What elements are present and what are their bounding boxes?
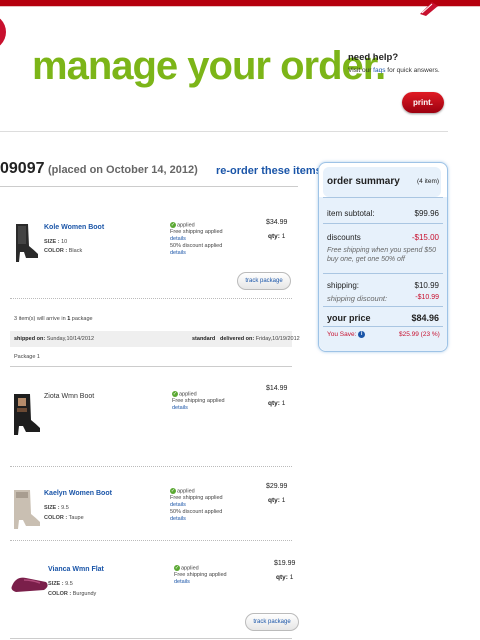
item-size: SIZE : 9.5 <box>44 505 69 511</box>
summary-divider <box>323 306 443 307</box>
order-summary-title: order summary <box>327 176 400 187</box>
shipped-on: shipped on: Sunday,10/14/2012 <box>14 336 95 342</box>
order-placed-date: (placed on October 14, 2012) <box>48 164 198 176</box>
item-color: COLOR : Black <box>44 248 83 254</box>
item-name-kole-boot[interactable]: Kole Women Boot <box>44 224 104 231</box>
info-icon[interactable]: i <box>358 331 366 338</box>
discounts-label: discounts <box>327 233 361 242</box>
order-summary-body <box>319 197 447 351</box>
package-label: Package 1 <box>14 354 40 360</box>
product-image-kole-boot[interactable] <box>8 220 44 264</box>
package-divider <box>10 366 292 367</box>
item-divider <box>10 540 292 541</box>
shipping-value: $10.99 <box>414 281 439 290</box>
check-icon: ✓ <box>170 488 176 494</box>
order-number: 09097 <box>0 160 45 177</box>
faqs-link[interactable]: faqs <box>373 67 385 74</box>
summary-divider <box>323 326 443 327</box>
product-image-vianca-flat[interactable] <box>10 568 50 594</box>
logo-edge <box>0 14 6 50</box>
item-price: $29.99 <box>266 483 288 490</box>
track-package-button[interactable]: track package <box>237 272 291 290</box>
product-image-ziota-boot[interactable] <box>8 392 44 436</box>
discount-note: Free shipping when you spend $50 buy one… <box>327 247 436 263</box>
discounts-value: -$15.00 <box>411 233 439 242</box>
check-icon: ✓ <box>170 222 176 228</box>
item-name-kaelyn-boot[interactable]: Kaelyn Women Boot <box>44 490 112 497</box>
you-save-label: You Save: i <box>327 331 366 338</box>
item-name-vianca-flat[interactable]: Vianca Wmn Flat <box>48 566 104 573</box>
your-price-value: $84.96 <box>411 313 439 323</box>
details-link[interactable]: details <box>170 516 186 522</box>
delivered-on: delivered on: Friday,10/19/2012 <box>220 336 300 342</box>
top-bar-divider <box>0 6 480 7</box>
help-text: Visit our faqs for quick answers. <box>348 67 440 74</box>
details-link[interactable]: details <box>172 405 188 411</box>
item-qty: qty: 1 <box>268 400 286 407</box>
details-link[interactable]: details <box>170 250 186 256</box>
shipping-discount-value: -$10.99 <box>415 294 439 301</box>
bottom-divider <box>10 638 292 639</box>
help-heading: need help? <box>348 52 399 63</box>
item-promos: ✓ applied Free shipping applied details 5… <box>170 488 223 523</box>
item-divider <box>10 466 292 467</box>
item-size: SIZE : 9.5 <box>48 581 73 587</box>
item-name-ziota-boot[interactable]: Ziota Wmn Boot <box>44 393 94 400</box>
shipping-label: shipping: <box>327 281 360 290</box>
arrival-info: 3 item(s) will arrive in 1 package <box>14 316 93 322</box>
item-qty: qty: 1 <box>268 497 286 504</box>
order-summary-panel: order summary (4 item) item subtotal: $9… <box>318 162 448 352</box>
item-qty: qty: 1 <box>276 574 294 581</box>
track-package-button[interactable]: track package <box>245 613 299 631</box>
page-title: manage your order. <box>32 44 386 88</box>
item-promos: ✓ applied Free shipping applied details <box>174 565 227 586</box>
details-link[interactable]: details <box>174 579 190 585</box>
order-item-count: (4 item) <box>417 178 440 185</box>
product-image-kaelyn-boot[interactable] <box>8 486 44 530</box>
item-color: COLOR : Burgundy <box>48 591 97 597</box>
your-price-label: your price <box>327 313 371 323</box>
item-price: $14.99 <box>266 385 288 392</box>
check-icon: ✓ <box>172 391 178 397</box>
item-color: COLOR : Taupe <box>44 515 84 521</box>
details-link[interactable]: details <box>170 236 186 242</box>
item-price: $19.99 <box>274 560 296 567</box>
item-divider <box>10 298 292 299</box>
details-link[interactable]: details <box>170 502 186 508</box>
order-header-divider <box>0 186 298 187</box>
item-size: SIZE : 10 <box>44 239 68 245</box>
you-save-value: $25.99 (23 %) <box>399 331 440 338</box>
subtotal-value: $99.96 <box>414 209 439 218</box>
summary-divider <box>323 223 443 224</box>
item-price: $34.99 <box>266 219 288 226</box>
header-divider <box>0 131 448 132</box>
shipping-method: standard <box>192 336 216 342</box>
summary-divider <box>323 197 443 198</box>
item-qty: qty: 1 <box>268 233 286 240</box>
item-promos: ✓ applied Free shipping applied details 5… <box>170 222 223 257</box>
subtotal-label: item subtotal: <box>327 209 375 218</box>
corner-ribbon-icon <box>420 2 438 16</box>
reorder-link[interactable]: re-order these items <box>216 165 322 177</box>
print-button[interactable]: print. <box>402 92 444 113</box>
summary-divider <box>323 273 443 274</box>
item-promos: ✓ applied Free shipping applied details <box>172 391 225 412</box>
check-icon: ✓ <box>174 565 180 571</box>
